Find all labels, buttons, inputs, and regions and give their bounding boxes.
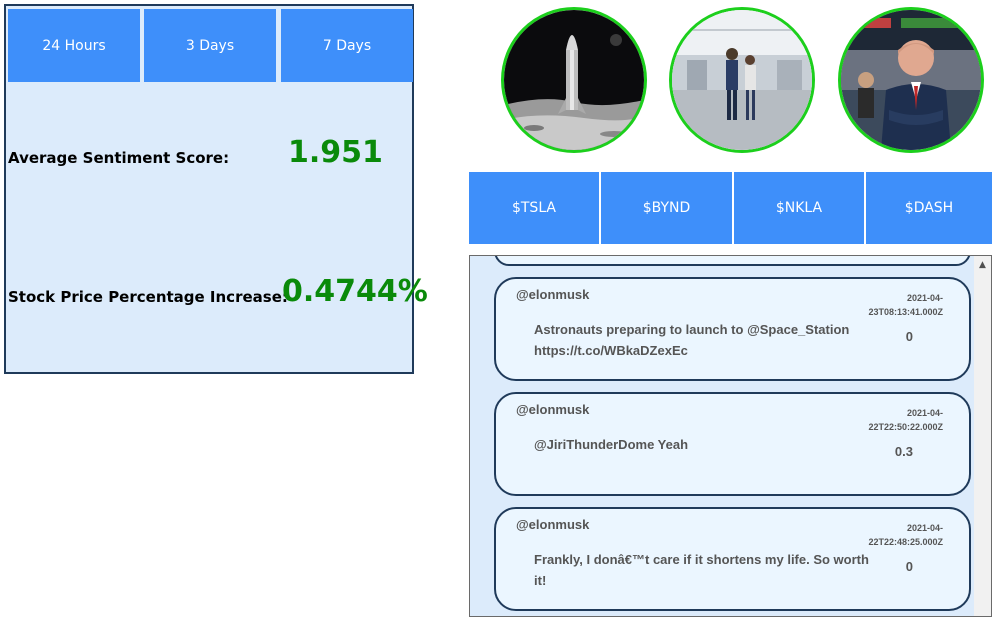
range-3-days-button[interactable]: 3 Days [144,9,276,82]
tweet-text: @JiriThunderDome Yeah [534,437,689,452]
range-7-days-button[interactable]: 7 Days [281,9,413,82]
tweet-card[interactable]: @elonmusk 2021-04-22T22:50:22.000Z @Jiri… [494,392,971,496]
feed-scrollbar[interactable]: ▲ [974,256,991,616]
ticker-tab-tsla[interactable]: $TSLA [469,172,599,244]
sentiment-score-label: Average Sentiment Score: [8,149,230,167]
avatar-trader[interactable] [838,7,984,153]
tweet-timestamp: 2021-04-22T22:50:22.000Z [868,408,943,432]
price-increase-label: Stock Price Percentage Increase: [8,288,288,306]
tweet-sentiment-score: 0 [905,329,913,344]
tweet-text: Astronauts preparing to launch to @Space… [534,322,850,358]
scroll-up-arrow-icon[interactable]: ▲ [974,256,991,273]
avatar-starship[interactable] [501,7,647,153]
tweet-card-partial [494,256,971,266]
hangar-image [672,10,812,150]
range-24-hours-button[interactable]: 24 Hours [8,9,140,82]
trader-image [841,10,981,150]
tweet-card[interactable]: @elonmusk 2021-04-22T22:48:25.000Z Frank… [494,507,971,611]
tweet-timestamp: 2021-04-23T08:13:41.000Z [868,293,943,317]
tweet-timestamp: 2021-04-22T22:48:25.000Z [868,523,943,547]
tweet-sentiment-score: 0.3 [894,444,913,459]
ticker-tab-bynd[interactable]: $BYND [601,172,732,244]
sentiment-score-value: 1.951 [288,135,383,170]
tweet-sentiment-score: 0 [905,559,913,574]
tweet-username[interactable]: @elonmusk [516,517,589,532]
tweet-card[interactable]: @elonmusk 2021-04-23T08:13:41.000Z Astro… [494,277,971,381]
sentiment-panel: 24 Hours 3 Days 7 Days Average Sentiment… [4,4,428,374]
tweet-text: Frankly, I donâ€™t care if it shortens m… [534,552,869,588]
ticker-tab-dash[interactable]: $DASH [866,172,992,244]
tweet-feed[interactable]: @elonmusk 2021-04-23T08:13:41.000Z Astro… [469,255,992,617]
avatar-hangar[interactable] [669,7,815,153]
tweet-username[interactable]: @elonmusk [516,287,589,302]
ticker-tab-nkla[interactable]: $NKLA [734,172,864,244]
price-increase-value: 0.4744% [282,274,428,309]
tweet-username[interactable]: @elonmusk [516,402,589,417]
starship-image [504,10,644,150]
